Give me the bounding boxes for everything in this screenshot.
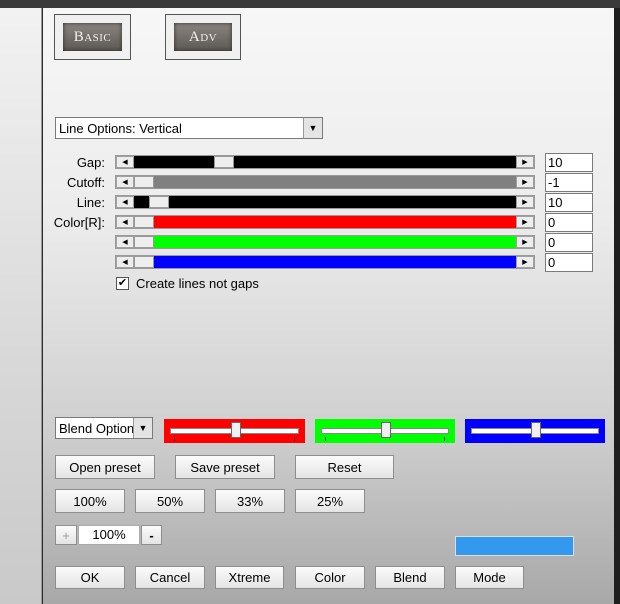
basic-mode-frame: Basic [54,14,131,60]
arrow-right-icon[interactable]: ▶ [516,196,534,208]
preview-color-swatch [455,536,574,556]
slider-thumb[interactable] [231,422,241,438]
arrow-right-icon[interactable]: ▶ [516,176,534,188]
chevron-down-icon[interactable]: ▼ [133,418,152,438]
slider-fill [154,216,516,228]
save-preset-button[interactable]: Save preset [175,455,275,479]
title-bar-strip [0,0,620,8]
slider-fill [234,156,516,168]
reset-button[interactable]: Reset [295,455,394,479]
color-r-slider[interactable]: ◀ ▶ [115,215,535,229]
slider-thumb[interactable] [381,422,391,438]
arrow-left-icon[interactable]: ◀ [116,216,134,228]
arrow-left-icon[interactable]: ◀ [116,256,134,268]
cutoff-slider[interactable]: ◀ ▶ [115,175,535,189]
slider-bar [134,236,516,248]
slider-tick [325,437,326,441]
mode-button[interactable]: Mode [455,566,524,589]
arrow-right-icon[interactable]: ▶ [516,216,534,228]
slider-fill [154,176,516,188]
zoom-33-button[interactable]: 33% [215,489,285,513]
slider-thumb[interactable] [134,236,154,248]
main-panel [43,8,614,604]
zoom-minus-button[interactable]: - [141,525,162,545]
cutoff-value-field[interactable]: -1 [545,173,593,192]
gap-value-field[interactable]: 10 [545,153,593,172]
line-value-field[interactable]: 10 [545,193,593,212]
chevron-down-icon[interactable]: ▼ [303,118,322,138]
zoom-25-button[interactable]: 25% [295,489,365,513]
arrow-left-icon[interactable]: ◀ [116,156,134,168]
blend-button[interactable]: Blend [375,566,445,589]
slider-fill [169,196,516,208]
arrow-right-icon[interactable]: ▶ [516,256,534,268]
blend-option-dropdown[interactable]: Blend Option ▼ [55,417,153,439]
slider-thumb[interactable] [134,216,154,228]
color-g-value-field[interactable]: 0 [545,233,593,252]
open-preset-button[interactable]: Open preset [55,455,155,479]
slider-fill-left [134,196,149,208]
slider-bar [134,256,516,268]
line-options-dropdown[interactable]: Line Options: Vertical ▼ [55,117,323,139]
slider-bar [134,156,516,168]
color-b-value-field[interactable]: 0 [545,253,593,272]
slider-fill [154,236,516,248]
arrow-right-icon[interactable]: ▶ [516,156,534,168]
slider-thumb[interactable] [134,256,154,268]
left-side-panel [0,8,42,604]
adv-mode-frame: Adv [165,14,241,60]
color-b-slider[interactable]: ◀ ▶ [115,255,535,269]
checkmark-icon: ✔ [117,277,128,289]
slider-tick [174,437,175,441]
slider-tick [444,437,445,441]
line-options-value: Line Options: Vertical [59,120,182,136]
create-lines-label: Create lines not gaps [136,276,259,291]
blend-red-slider[interactable] [164,419,305,443]
color-r-label: Color[R]: [53,215,105,230]
blend-green-slider[interactable] [315,419,455,443]
line-slider[interactable]: ◀ ▶ [115,195,535,209]
gap-slider[interactable]: ◀ ▶ [115,155,535,169]
blend-blue-slider[interactable] [465,419,605,443]
basic-mode-button[interactable]: Basic [63,23,122,51]
slider-fill [154,256,516,268]
cancel-button[interactable]: Cancel [135,566,205,589]
slider-thumb[interactable] [214,156,234,168]
zoom-value-field[interactable]: 100% [78,525,140,545]
color-button[interactable]: Color [295,566,365,589]
zoom-100-button[interactable]: 100% [55,489,125,513]
line-label: Line: [76,195,105,210]
slider-tick [294,437,295,441]
slider-thumb[interactable] [134,176,154,188]
color-g-slider[interactable]: ◀ ▶ [115,235,535,249]
gap-label: Gap: [76,155,105,170]
zoom-plus-button[interactable]: + [55,525,77,545]
xtreme-button[interactable]: Xtreme [215,566,284,589]
arrow-left-icon[interactable]: ◀ [116,236,134,248]
slider-thumb[interactable] [531,422,541,438]
create-lines-checkbox[interactable]: ✔ [116,277,129,290]
color-r-value-field[interactable]: 0 [545,213,593,232]
slider-fill-left [134,156,214,168]
slider-bar [134,176,516,188]
arrow-left-icon[interactable]: ◀ [116,176,134,188]
slider-bar [134,216,516,228]
cutoff-label: Cutoff: [66,175,105,190]
blend-option-value: Blend Option [59,420,133,436]
adv-mode-button[interactable]: Adv [174,23,232,51]
slider-bar [134,196,516,208]
window-border [614,8,620,604]
arrow-right-icon[interactable]: ▶ [516,236,534,248]
ok-button[interactable]: OK [55,566,125,589]
slider-thumb[interactable] [149,196,169,208]
arrow-left-icon[interactable]: ◀ [116,196,134,208]
zoom-50-button[interactable]: 50% [135,489,205,513]
